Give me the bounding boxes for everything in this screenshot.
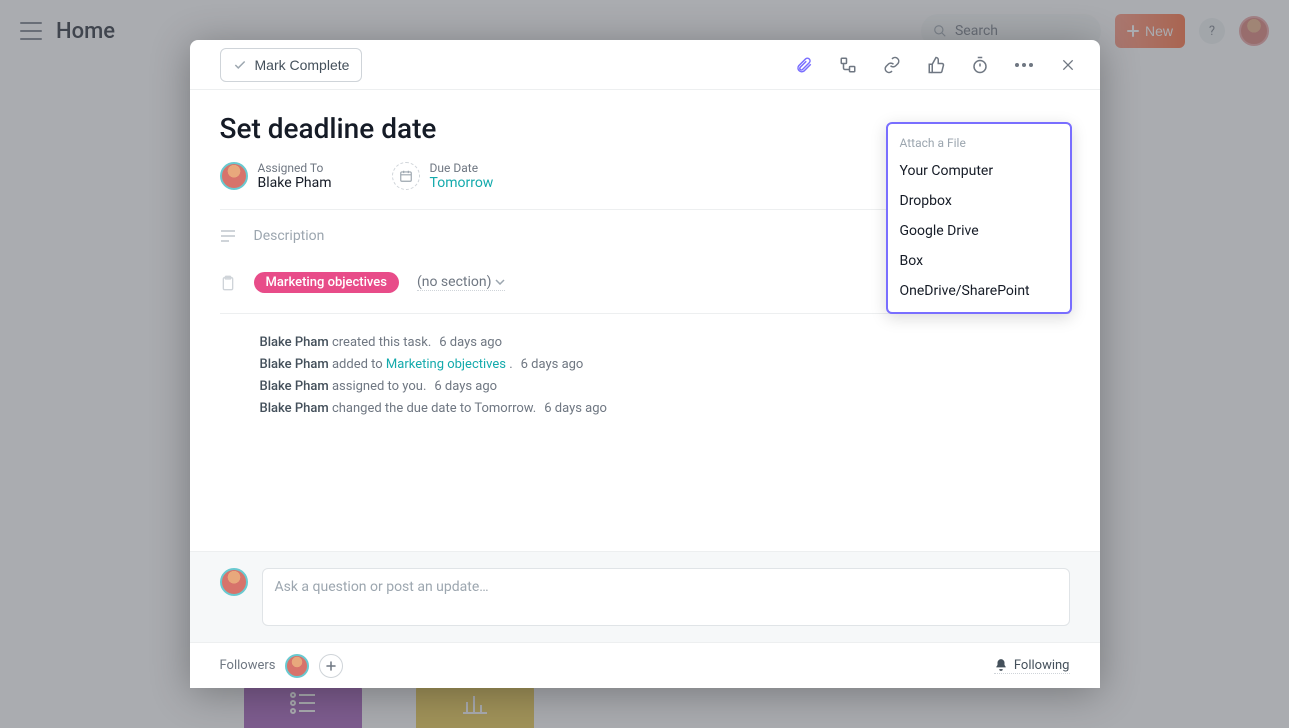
subtask-icon[interactable]: [832, 49, 864, 81]
attach-icon[interactable]: [788, 49, 820, 81]
follower-avatar[interactable]: [285, 654, 309, 678]
project-pill[interactable]: Marketing objectives: [254, 272, 399, 293]
following-button[interactable]: Following: [994, 658, 1070, 674]
assignee-name: Blake Pham: [258, 175, 332, 191]
due-value: Tomorrow: [430, 175, 494, 191]
attach-menu-header: Attach a File: [888, 130, 1070, 156]
timer-icon[interactable]: [964, 49, 996, 81]
modal-header: Mark Complete: [190, 40, 1100, 90]
attach-menu-item[interactable]: Your Computer: [888, 156, 1070, 186]
comment-input[interactable]: Ask a question or post an update…: [262, 568, 1070, 626]
modal-overlay: Mark Complete: [0, 0, 1289, 728]
mark-complete-button[interactable]: Mark Complete: [220, 48, 363, 82]
activity-feed: Blake Pham created this task.6 days agoB…: [220, 314, 1070, 430]
task-modal: Mark Complete: [190, 40, 1100, 688]
assignee-avatar: [220, 162, 248, 190]
add-follower-button[interactable]: [319, 654, 343, 678]
section-select[interactable]: (no section): [417, 274, 506, 291]
clipboard-icon: [220, 274, 236, 292]
followers-label: Followers: [220, 658, 276, 673]
attach-menu-item[interactable]: Google Drive: [888, 216, 1070, 246]
attach-menu: Attach a File Your ComputerDropboxGoogle…: [886, 122, 1072, 314]
like-icon[interactable]: [920, 49, 952, 81]
commenter-avatar: [220, 568, 248, 596]
calendar-icon: [392, 162, 420, 190]
comment-area: Ask a question or post an update…: [190, 551, 1100, 642]
activity-item: Blake Pham created this task.6 days ago: [260, 332, 1070, 354]
description-placeholder: Description: [254, 228, 325, 244]
activity-link[interactable]: Marketing objectives: [386, 357, 506, 372]
due-label: Due Date: [430, 161, 494, 175]
assigned-label: Assigned To: [258, 161, 332, 175]
close-icon[interactable]: [1052, 49, 1084, 81]
attach-menu-item[interactable]: Box: [888, 246, 1070, 276]
attach-menu-item[interactable]: Dropbox: [888, 186, 1070, 216]
activity-item: Blake Pham added to Marketing objectives…: [260, 354, 1070, 376]
attach-menu-item[interactable]: OneDrive/SharePoint: [888, 276, 1070, 306]
activity-item: Blake Pham assigned to you.6 days ago: [260, 376, 1070, 398]
bell-icon: [994, 658, 1008, 672]
link-icon[interactable]: [876, 49, 908, 81]
chevron-down-icon: [495, 279, 505, 285]
activity-item: Blake Pham changed the due date to Tomor…: [260, 398, 1070, 420]
modal-footer: Followers Following: [190, 642, 1100, 688]
more-icon[interactable]: [1008, 49, 1040, 81]
due-date-field[interactable]: Due Date Tomorrow: [392, 161, 494, 191]
assignee-field[interactable]: Assigned To Blake Pham: [220, 161, 332, 191]
